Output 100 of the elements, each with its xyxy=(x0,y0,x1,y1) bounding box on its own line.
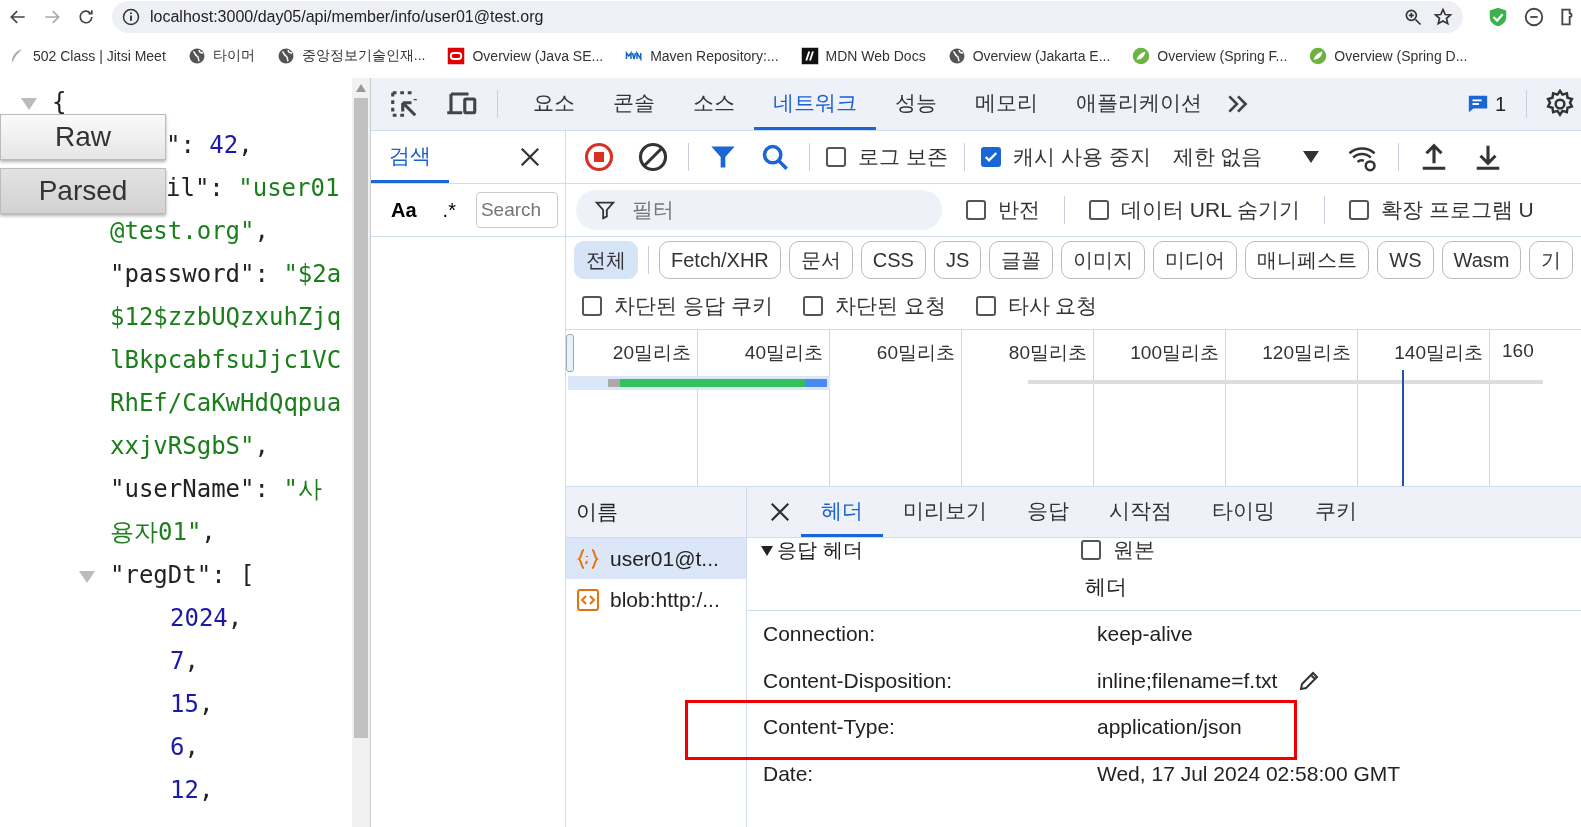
braces-icon xyxy=(576,546,600,571)
detail-tab[interactable]: 타이밍 xyxy=(1192,487,1295,537)
shield-icon xyxy=(1487,6,1509,28)
checkbox[interactable]: 데이터 URL 숨기기 xyxy=(1089,196,1300,224)
type-filter-chip[interactable]: 글꼴 xyxy=(989,241,1054,279)
record-icon xyxy=(584,142,614,172)
header-value: inline;filename=f.txt xyxy=(1097,668,1278,693)
type-filter-chip[interactable]: 문서 xyxy=(788,241,853,279)
type-filter-chip[interactable]: Wasm xyxy=(1441,241,1522,279)
drawer-tab[interactable]: 검색 xyxy=(371,131,449,183)
json-line: "userName": "사 xyxy=(110,473,322,505)
devtools-tab[interactable]: 네트워크 xyxy=(754,78,876,130)
detail-tab[interactable]: 미리보기 xyxy=(883,487,1007,537)
checkbox[interactable]: 로그 보존 xyxy=(826,143,948,171)
type-filter-chip[interactable]: 이미지 xyxy=(1061,241,1146,279)
timeline-tick-label: 60밀리초 xyxy=(876,342,955,363)
view-toggle-button[interactable]: Raw xyxy=(0,114,166,160)
bookmark[interactable]: 중앙정보기술인재... xyxy=(274,45,428,67)
timeline-tick-label: 40밀리초 xyxy=(744,342,823,363)
devtools-tab[interactable]: 콘솔 xyxy=(594,78,674,130)
search-field[interactable]: Search xyxy=(475,192,558,228)
checkbox[interactable]: 타사 요청 xyxy=(975,292,1098,320)
bookmark[interactable]: MDN Web Docs xyxy=(798,45,928,67)
devtools-tab[interactable]: 메모리 xyxy=(956,78,1057,130)
request-row[interactable]: user01@t... xyxy=(566,538,746,579)
zoom-in-icon xyxy=(1403,7,1423,27)
type-filter-chip[interactable]: 매니페스트 xyxy=(1245,241,1370,279)
header-value: Wed, 17 Jul 2024 02:58:00 GMT xyxy=(1097,761,1401,786)
json-line: 12, xyxy=(170,775,214,804)
type-filter-chip[interactable]: 기 xyxy=(1529,241,1574,279)
view-toggle-button[interactable]: Parsed xyxy=(0,168,166,214)
url-text: localhost:3000/day05/api/member/info/user01@test.org xyxy=(150,8,545,26)
type-filter-chip[interactable]: WS xyxy=(1377,241,1434,279)
column-header: 이름 xyxy=(576,499,618,525)
json-line: 2024, xyxy=(170,603,243,632)
clear-icon xyxy=(638,142,668,172)
devtools-tab[interactable]: 성능 xyxy=(876,78,956,130)
settings-icon xyxy=(1545,89,1575,119)
leaf-icon xyxy=(1132,47,1151,65)
search-icon xyxy=(761,143,789,171)
checkbox[interactable]: 차단된 요청 xyxy=(802,292,946,320)
json-line: @test.org", xyxy=(110,216,269,245)
bookmark[interactable]: Overview (Spring D... xyxy=(1307,45,1470,67)
timeline-tick-label: 100밀리초 xyxy=(1130,342,1219,363)
type-filter-chip[interactable]: Fetch/XHR xyxy=(659,241,781,279)
request-row[interactable]: blob:http:/... xyxy=(566,579,746,620)
scrollbar-thumb[interactable] xyxy=(354,98,368,738)
devtools-tab[interactable]: 소스 xyxy=(674,78,754,130)
devtools-tab[interactable]: 애플리케이션 xyxy=(1057,78,1221,130)
checkbox[interactable]: 캐시 사용 중지 xyxy=(980,143,1151,171)
bookmark[interactable]: 타이머 xyxy=(185,45,257,67)
column-header: 헤더 xyxy=(1085,574,1127,600)
type-filter-chip[interactable]: JS xyxy=(933,241,982,279)
section-header[interactable]: 응답 헤더 xyxy=(747,537,1081,564)
overview-handle[interactable] xyxy=(566,334,574,372)
checkbox[interactable]: 원본 xyxy=(1081,536,1155,564)
collapse-toggle-icon[interactable] xyxy=(20,97,38,111)
regex-button[interactable]: .* xyxy=(434,198,464,222)
address-bar[interactable]: localhost:3000/day05/api/member/info/user01@test.org xyxy=(112,1,1463,33)
close-icon xyxy=(769,501,791,523)
circle-icon xyxy=(1523,6,1545,28)
header-value: application/json xyxy=(1097,715,1242,740)
bookmark[interactable]: Maven Repository:... xyxy=(623,45,781,67)
info-icon xyxy=(122,8,140,26)
type-filter-chip[interactable]: CSS xyxy=(860,241,926,279)
globe-icon xyxy=(187,47,206,65)
filter-field[interactable]: 필터 xyxy=(576,190,942,230)
header-value: keep-alive xyxy=(1097,622,1193,647)
json-line: "regDt": [ xyxy=(110,560,255,589)
match-case-button[interactable]: Aa xyxy=(385,197,423,223)
timeline-tick-label: 80밀리초 xyxy=(1008,342,1087,363)
globe-icon xyxy=(276,47,295,65)
leaf-icon xyxy=(1309,47,1328,65)
detail-tab[interactable]: 쿠키 xyxy=(1295,487,1377,537)
collapse-toggle-icon[interactable] xyxy=(78,570,96,584)
bookmark[interactable]: 502 Class | Jitsi Meet xyxy=(6,45,168,67)
close-icon xyxy=(519,146,541,168)
throttling-dropdown[interactable]: 제한 없음 xyxy=(1166,142,1327,172)
json-line: ": 42, xyxy=(166,130,253,159)
scroll-up-icon xyxy=(356,84,366,92)
bookmark[interactable]: Overview (Java SE... xyxy=(445,45,606,67)
star-icon xyxy=(1433,7,1453,27)
detail-tab[interactable]: 응답 xyxy=(1007,487,1089,537)
expand-triangle-icon xyxy=(761,545,773,556)
type-filter-chip[interactable]: 전체 xyxy=(574,241,638,279)
devtools-tab[interactable]: 요소 xyxy=(514,78,594,130)
document-code-icon xyxy=(576,587,600,612)
checkbox[interactable]: 확장 프로그램 U xyxy=(1348,196,1534,224)
detail-tab[interactable]: 시작점 xyxy=(1089,487,1192,537)
funnel-icon xyxy=(594,199,616,221)
scrollbar[interactable] xyxy=(352,78,370,827)
timeline-tick-label: 140밀리초 xyxy=(1394,342,1483,363)
reload-icon xyxy=(76,7,96,27)
checkbox[interactable]: 반전 xyxy=(966,196,1040,224)
bookmark[interactable]: Overview (Spring F... xyxy=(1130,45,1290,67)
bookmark[interactable]: Overview (Jakarta E... xyxy=(945,45,1113,67)
issues-button[interactable]: 1 xyxy=(1460,91,1512,117)
type-filter-chip[interactable]: 미디어 xyxy=(1153,241,1238,279)
checkbox[interactable]: 차단된 응답 쿠키 xyxy=(582,292,773,320)
timeline-tick-label: 160 xyxy=(1502,340,1534,361)
